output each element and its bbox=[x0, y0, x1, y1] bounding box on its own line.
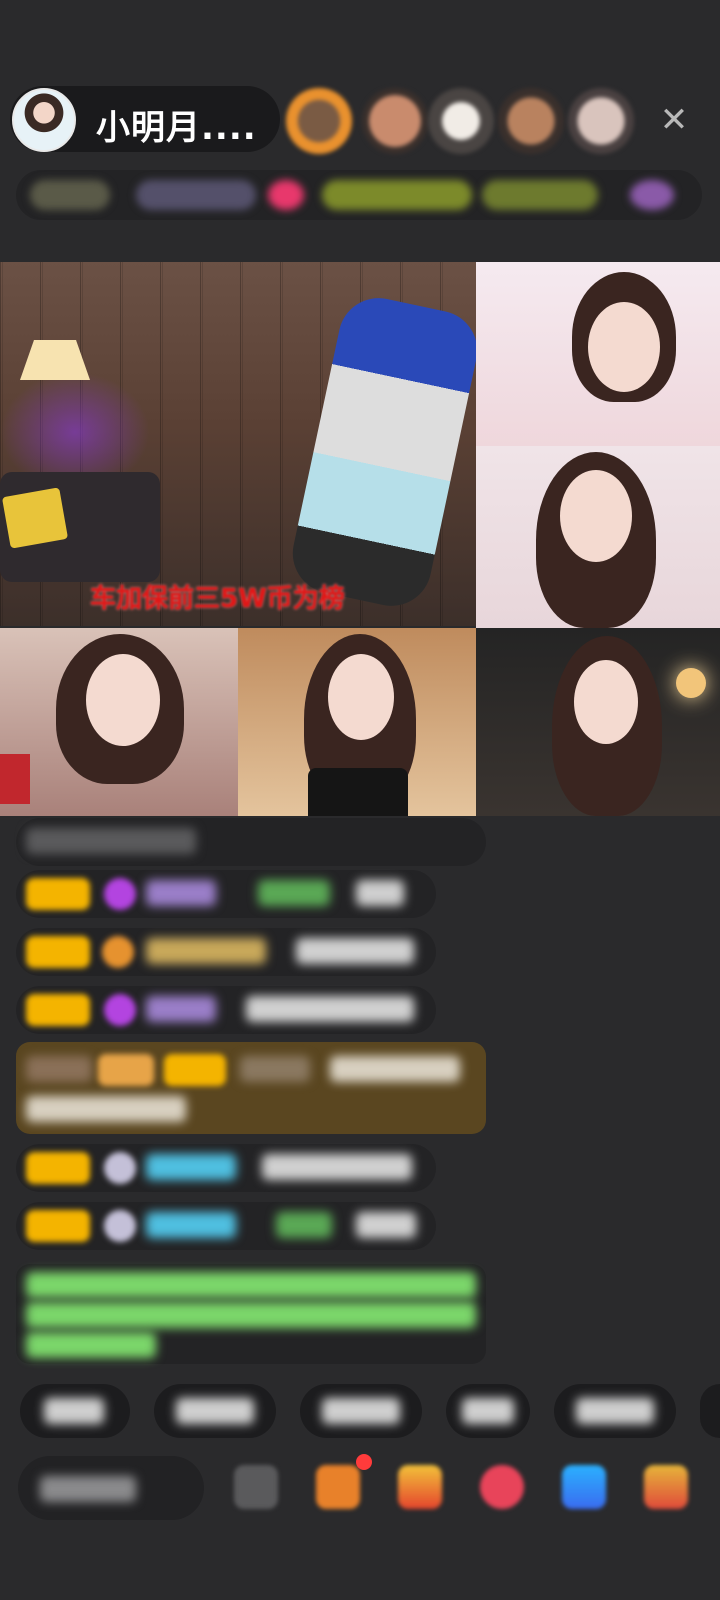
share-icon[interactable] bbox=[562, 1465, 606, 1509]
viewer-avatar-3[interactable] bbox=[428, 88, 494, 154]
chat-username bbox=[146, 880, 216, 906]
chat-text bbox=[356, 1212, 416, 1238]
green-text-line-2 bbox=[26, 1302, 476, 1328]
level-badge bbox=[26, 936, 90, 968]
performer-figure bbox=[285, 290, 476, 614]
chat-mention bbox=[276, 1212, 332, 1238]
guest-video-3[interactable] bbox=[0, 628, 238, 816]
close-icon[interactable]: ✕ bbox=[652, 98, 696, 142]
host-name[interactable]: 小明月.... bbox=[96, 100, 257, 149]
tag-6[interactable] bbox=[630, 180, 674, 210]
guest-3-face bbox=[86, 654, 160, 746]
yellow-cushion bbox=[1, 487, 69, 549]
announce-level bbox=[164, 1054, 226, 1086]
lamp-shade bbox=[20, 340, 90, 380]
chat-input-placeholder bbox=[40, 1476, 136, 1502]
guest-2-face bbox=[560, 470, 632, 562]
gift-box-icon[interactable] bbox=[316, 1465, 360, 1509]
viewer-avatar-2[interactable] bbox=[362, 88, 428, 154]
quick-reply-2-label bbox=[176, 1398, 254, 1424]
announce-text-2 bbox=[26, 1096, 186, 1122]
guest-video-1[interactable] bbox=[476, 262, 720, 446]
level-badge bbox=[26, 1210, 90, 1242]
main-video-caption: 车加保前三5W币为榜 bbox=[90, 584, 345, 614]
chat-text bbox=[296, 938, 414, 964]
lucky-bag-icon[interactable] bbox=[398, 1465, 442, 1509]
diamond-icon bbox=[104, 994, 136, 1026]
announce-prefix bbox=[26, 1056, 92, 1082]
tag-3[interactable] bbox=[268, 180, 304, 210]
guest-4-top bbox=[308, 768, 408, 816]
green-text-line-1 bbox=[26, 1272, 476, 1298]
guest-video-4[interactable] bbox=[238, 628, 476, 816]
chat-system-text bbox=[26, 828, 196, 854]
tag-1[interactable] bbox=[30, 180, 110, 210]
announce-text bbox=[330, 1056, 460, 1082]
tag-5[interactable] bbox=[482, 180, 598, 210]
heart-gift-icon[interactable] bbox=[480, 1465, 524, 1509]
guest-video-2[interactable] bbox=[476, 446, 720, 628]
main-video-feed[interactable]: 车加保前三5W币为榜 bbox=[0, 262, 476, 626]
fan-icon bbox=[102, 936, 134, 968]
viewer-avatar-5[interactable] bbox=[568, 88, 634, 154]
tag-2[interactable] bbox=[136, 180, 256, 210]
guest-1-face bbox=[588, 302, 660, 392]
chat-text bbox=[246, 996, 414, 1022]
quick-reply-3-label bbox=[322, 1398, 400, 1424]
guest-4-face bbox=[328, 654, 394, 740]
chat-username bbox=[146, 1154, 236, 1180]
user-avatar-icon bbox=[104, 1152, 136, 1184]
more-gifts-icon[interactable] bbox=[644, 1465, 688, 1509]
announce-user bbox=[240, 1056, 310, 1082]
quick-reply-5-label bbox=[576, 1398, 654, 1424]
red-decoration bbox=[0, 754, 30, 804]
chat-username bbox=[146, 938, 266, 964]
chat-username bbox=[146, 996, 216, 1022]
chat-mention bbox=[258, 880, 330, 906]
guest-video-5[interactable] bbox=[476, 628, 720, 816]
guest-5-face bbox=[574, 660, 638, 744]
viewer-avatar-1[interactable] bbox=[286, 88, 352, 154]
quick-reply-4-label bbox=[462, 1398, 514, 1424]
chat-username bbox=[146, 1212, 236, 1238]
announce-badge bbox=[98, 1054, 154, 1086]
host-avatar[interactable] bbox=[12, 88, 76, 152]
notification-dot bbox=[356, 1454, 372, 1470]
emoji-icon[interactable] bbox=[234, 1465, 278, 1509]
level-badge bbox=[26, 994, 90, 1026]
level-badge bbox=[26, 878, 90, 910]
quick-reply-6[interactable] bbox=[700, 1384, 720, 1438]
room-lamp bbox=[676, 668, 706, 698]
tag-4[interactable] bbox=[322, 180, 472, 210]
user-avatar-icon bbox=[104, 1210, 136, 1242]
chat-text bbox=[356, 880, 404, 906]
green-text-line-3 bbox=[26, 1332, 156, 1358]
level-badge bbox=[26, 1152, 90, 1184]
quick-reply-1-label bbox=[44, 1398, 104, 1424]
chat-text bbox=[262, 1154, 412, 1180]
viewer-avatar-4[interactable] bbox=[498, 88, 564, 154]
diamond-icon bbox=[104, 878, 136, 910]
